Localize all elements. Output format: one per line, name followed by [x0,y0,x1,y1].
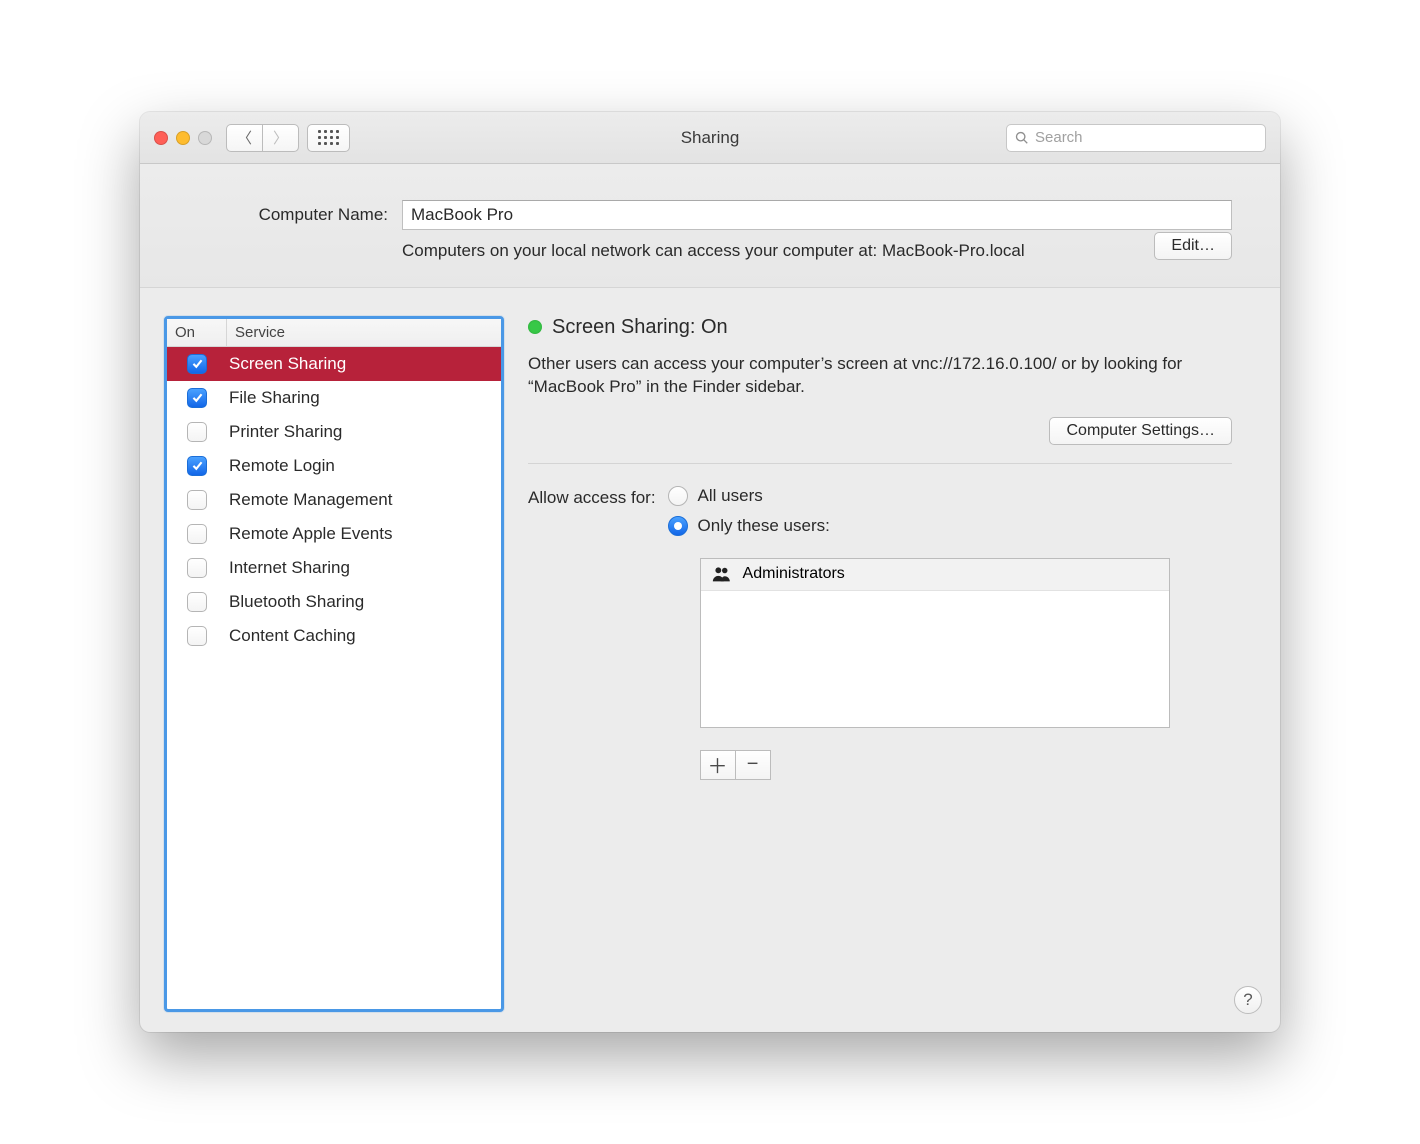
user-name: Administrators [743,565,845,583]
service-row[interactable]: Remote Apple Events [167,517,501,551]
service-detail: Screen Sharing: On Other users can acces… [528,316,1232,1012]
computer-name-label: Computer Name: [188,205,388,225]
close-button[interactable] [154,131,168,145]
forward-button[interactable]: 〉 [262,124,299,152]
radio-all-users-row[interactable]: All users [668,486,1170,506]
back-button[interactable]: 〈 [226,124,263,152]
edit-button[interactable]: Edit… [1154,232,1232,260]
service-row[interactable]: Remote Login [167,449,501,483]
titlebar: 〈 〉 Sharing Search [140,112,1280,164]
radio-only-these-users[interactable] [668,516,688,536]
service-name: Printer Sharing [227,422,501,442]
service-name: File Sharing [227,388,501,408]
search-placeholder: Search [1035,129,1083,146]
service-checkbox[interactable] [187,524,207,544]
users-list[interactable]: Administrators [700,558,1170,728]
sharing-preferences-window: 〈 〉 Sharing Search Computer Name: [140,112,1280,1032]
nav-buttons: 〈 〉 [226,124,299,152]
search-icon [1015,131,1029,145]
service-checkbox[interactable] [187,422,207,442]
services-rows: Screen Sharing File Sharing Printer Sharin… [167,347,501,1009]
computer-name-field[interactable] [402,200,1232,230]
service-row[interactable]: Bluetooth Sharing [167,585,501,619]
service-name: Internet Sharing [227,558,501,578]
status-indicator-icon [528,320,542,334]
radio-all-users-label: All users [698,486,763,506]
help-icon: ? [1243,990,1252,1010]
plus-icon: ＋ [708,750,728,779]
local-network-access-text: Computers on your local network can acce… [402,240,1140,263]
minimize-button[interactable] [176,131,190,145]
service-row[interactable]: Remote Management [167,483,501,517]
add-user-button[interactable]: ＋ [700,750,736,780]
service-name: Content Caching [227,626,501,646]
show-all-button[interactable] [307,124,350,152]
minus-icon: − [747,753,759,776]
radio-only-these-label: Only these users: [698,516,830,536]
status-description: Other users can access your computer’s s… [528,353,1232,399]
main-area: On Service Screen Sharing File Sharing Pri… [140,288,1280,1032]
col-on: On [167,319,227,346]
service-name: Remote Apple Events [227,524,501,544]
service-checkbox[interactable] [187,558,207,578]
service-checkbox[interactable] [187,626,207,646]
service-checkbox[interactable] [187,456,207,476]
computer-settings-button[interactable]: Computer Settings… [1049,417,1232,445]
service-row[interactable]: Screen Sharing [167,347,501,381]
services-list[interactable]: On Service Screen Sharing File Sharing Pri… [164,316,504,1012]
services-header: On Service [167,319,501,347]
service-checkbox[interactable] [187,354,207,374]
service-name: Screen Sharing [227,354,501,374]
service-name: Remote Management [227,490,501,510]
divider [528,463,1232,464]
check-icon [191,357,204,370]
service-checkbox[interactable] [187,490,207,510]
grid-icon [318,130,339,145]
remove-user-button[interactable]: − [735,750,771,780]
add-remove-buttons: ＋ − [700,750,1170,780]
window-controls [154,131,212,145]
status-row: Screen Sharing: On [528,316,1232,339]
status-title: Screen Sharing: On [552,316,728,339]
user-row[interactable]: Administrators [701,559,1169,591]
help-button[interactable]: ? [1234,986,1262,1014]
service-row[interactable]: Printer Sharing [167,415,501,449]
allow-access-label: Allow access for: [528,486,656,780]
service-name: Remote Login [227,456,501,476]
service-row[interactable]: Content Caching [167,619,501,653]
computer-name-section: Computer Name: Computers on your local n… [140,164,1280,288]
col-service: Service [227,319,501,346]
check-icon [191,459,204,472]
radio-only-these-row[interactable]: Only these users: [668,516,1170,536]
access-section: Allow access for: All users Only these u… [528,486,1232,780]
zoom-button[interactable] [198,131,212,145]
search-input[interactable]: Search [1006,124,1266,152]
service-row[interactable]: Internet Sharing [167,551,501,585]
radio-all-users[interactable] [668,486,688,506]
service-checkbox[interactable] [187,388,207,408]
service-checkbox[interactable] [187,592,207,612]
service-name: Bluetooth Sharing [227,592,501,612]
chevron-right-icon: 〉 [273,127,288,148]
chevron-left-icon: 〈 [237,127,252,148]
check-icon [191,391,204,404]
users-icon [711,565,733,583]
service-row[interactable]: File Sharing [167,381,501,415]
